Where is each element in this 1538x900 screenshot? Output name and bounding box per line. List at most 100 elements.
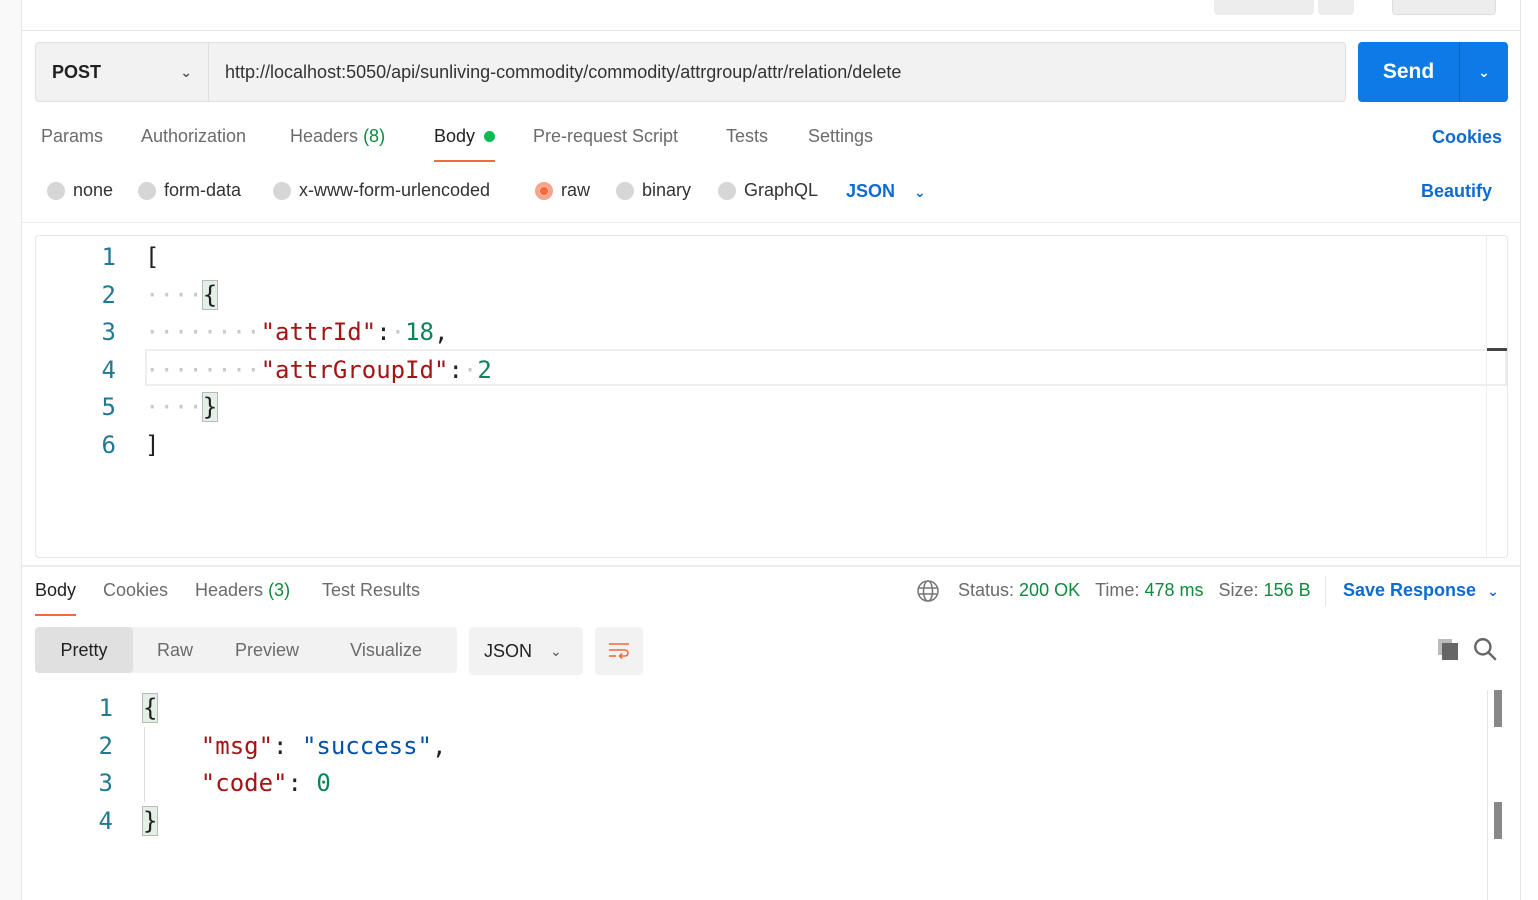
view-pretty[interactable]: Pretty (35, 627, 133, 673)
view-preview[interactable]: Preview (217, 627, 317, 673)
line-number: 1 (101, 243, 116, 271)
tab-pre-request-script[interactable]: Pre-request Script (533, 126, 678, 162)
radio-raw[interactable]: raw (535, 180, 590, 201)
response-tab-cookies[interactable]: Cookies (103, 580, 168, 601)
radio-graphql[interactable]: GraphQL (718, 180, 818, 201)
chevron-down-icon: ⌄ (1487, 583, 1499, 599)
divider (1325, 576, 1326, 606)
line-number: 5 (101, 393, 116, 421)
globe-icon[interactable] (916, 579, 940, 603)
radio-label: raw (561, 180, 591, 200)
code-content: [ ····{ ········"attrId":·18, ········"a… (145, 243, 492, 459)
radio-icon (616, 181, 634, 200)
response-meta: Status: 200 OK Time: 478 ms Size: 156 B (958, 580, 1311, 601)
radio-binary[interactable]: binary (616, 180, 691, 201)
size-label: Size: (1218, 580, 1259, 600)
tab-label: Headers (290, 126, 359, 146)
json-value: 2 (477, 355, 492, 384)
tab-tests[interactable]: Tests (726, 126, 768, 162)
radio-label: GraphQL (744, 180, 819, 200)
language-select[interactable]: JSON ⌄ (846, 181, 926, 202)
tab-params[interactable]: Params (41, 126, 103, 162)
radio-selected-icon (535, 181, 553, 200)
search-icon[interactable] (1472, 636, 1498, 667)
language-label: JSON (846, 181, 896, 201)
tab-body[interactable]: Body (434, 126, 496, 162)
url-input[interactable]: http://localhost:5050/api/sunliving-comm… (208, 42, 1346, 102)
send-label[interactable]: Send (1358, 42, 1460, 102)
divider (22, 30, 1520, 31)
status-value[interactable]: 200 OK (1019, 580, 1080, 600)
save-label: Save Response (1343, 580, 1477, 600)
right-panel-edge (1520, 0, 1538, 900)
headers-count: (8) (363, 126, 386, 146)
json-key: "attrGroupId" (260, 355, 449, 384)
view-raw[interactable]: Raw (133, 627, 217, 673)
left-sidebar-edge (0, 0, 22, 900)
line-number: 2 (101, 280, 116, 309)
line-number: 2 (98, 731, 113, 760)
request-body-editor[interactable]: 1 2 3 4 5 6 [ ····{ ········"attrId":·18… (35, 235, 1508, 558)
tab-label: Headers (195, 580, 264, 600)
wrap-icon (609, 643, 629, 660)
time-value[interactable]: 478 ms (1144, 580, 1203, 600)
chevron-down-icon: ⌄ (180, 63, 192, 80)
line-numbers: 1 2 3 4 5 6 (36, 239, 116, 464)
top-toolbar-button[interactable] (1214, 0, 1314, 15)
radio-label: form-data (164, 180, 242, 200)
radio-urlencoded[interactable]: x-www-form-urlencoded (273, 180, 490, 201)
line-number: 3 (98, 769, 113, 797)
size-value[interactable]: 156 B (1264, 580, 1311, 600)
line-number: 6 (101, 430, 116, 459)
json-value: 18 (405, 318, 434, 346)
tab-label: Body (434, 126, 476, 146)
time-label: Time: (1095, 580, 1140, 600)
response-tab-test-results[interactable]: Test Results (322, 580, 420, 601)
view-visualize[interactable]: Visualize (317, 627, 455, 673)
radio-label: none (73, 180, 114, 200)
tab-authorization[interactable]: Authorization (141, 126, 246, 162)
beautify-link[interactable]: Beautify (1421, 181, 1492, 202)
tab-settings[interactable]: Settings (808, 126, 873, 162)
radio-icon (273, 181, 291, 200)
send-button[interactable]: Send ⌄ (1358, 42, 1508, 102)
scrollbar-track[interactable] (1486, 236, 1487, 557)
format-label: JSON (484, 640, 533, 661)
json-key: "msg" (200, 731, 274, 760)
radio-form-data[interactable]: form-data (138, 180, 241, 201)
tab-headers[interactable]: Headers (8) (290, 126, 385, 162)
chevron-down-icon[interactable]: ⌄ (1460, 42, 1508, 102)
top-toolbar-toggle[interactable] (1392, 0, 1496, 15)
copy-icon[interactable] (1436, 637, 1460, 666)
chevron-down-icon: ⌄ (550, 642, 562, 659)
status-label: Status: (958, 580, 1015, 600)
save-response-button[interactable]: Save Response ⌄ (1343, 580, 1499, 601)
line-numbers: 1 2 3 4 (35, 690, 113, 840)
response-format-select[interactable]: JSON ⌄ (469, 627, 583, 675)
response-view-switcher: Pretty Raw Preview Visualize (35, 627, 457, 673)
line-number: 4 (98, 806, 113, 835)
radio-none[interactable]: none (47, 180, 113, 201)
json-value: "success" (301, 731, 432, 760)
headers-count: (3) (268, 580, 291, 600)
response-tab-headers[interactable]: Headers (3) (195, 580, 290, 601)
wrap-lines-button[interactable] (595, 627, 643, 675)
chevron-down-icon: ⌄ (914, 184, 926, 200)
radio-icon (718, 181, 736, 200)
radio-icon (138, 181, 156, 200)
top-toolbar-button[interactable] (1318, 0, 1354, 15)
method-select[interactable]: POST ⌄ (35, 42, 209, 102)
response-code: { "msg": "success", "code": 0 } (141, 693, 447, 836)
divider (22, 222, 1520, 223)
scrollbar-track[interactable] (1487, 690, 1488, 900)
scroll-marker (1487, 348, 1507, 351)
scrollbar-thumb[interactable] (1494, 690, 1502, 727)
response-tab-body[interactable]: Body (35, 580, 77, 616)
radio-label: binary (642, 180, 692, 200)
method-label: POST (52, 61, 102, 82)
pane-resize-handle[interactable] (22, 565, 1520, 567)
line-number: 1 (98, 694, 113, 722)
response-body-viewer[interactable]: 1 2 3 4 { "msg": "success", "code": 0 } (35, 690, 1495, 900)
cookies-link[interactable]: Cookies (1432, 127, 1502, 148)
radio-icon (47, 181, 65, 200)
